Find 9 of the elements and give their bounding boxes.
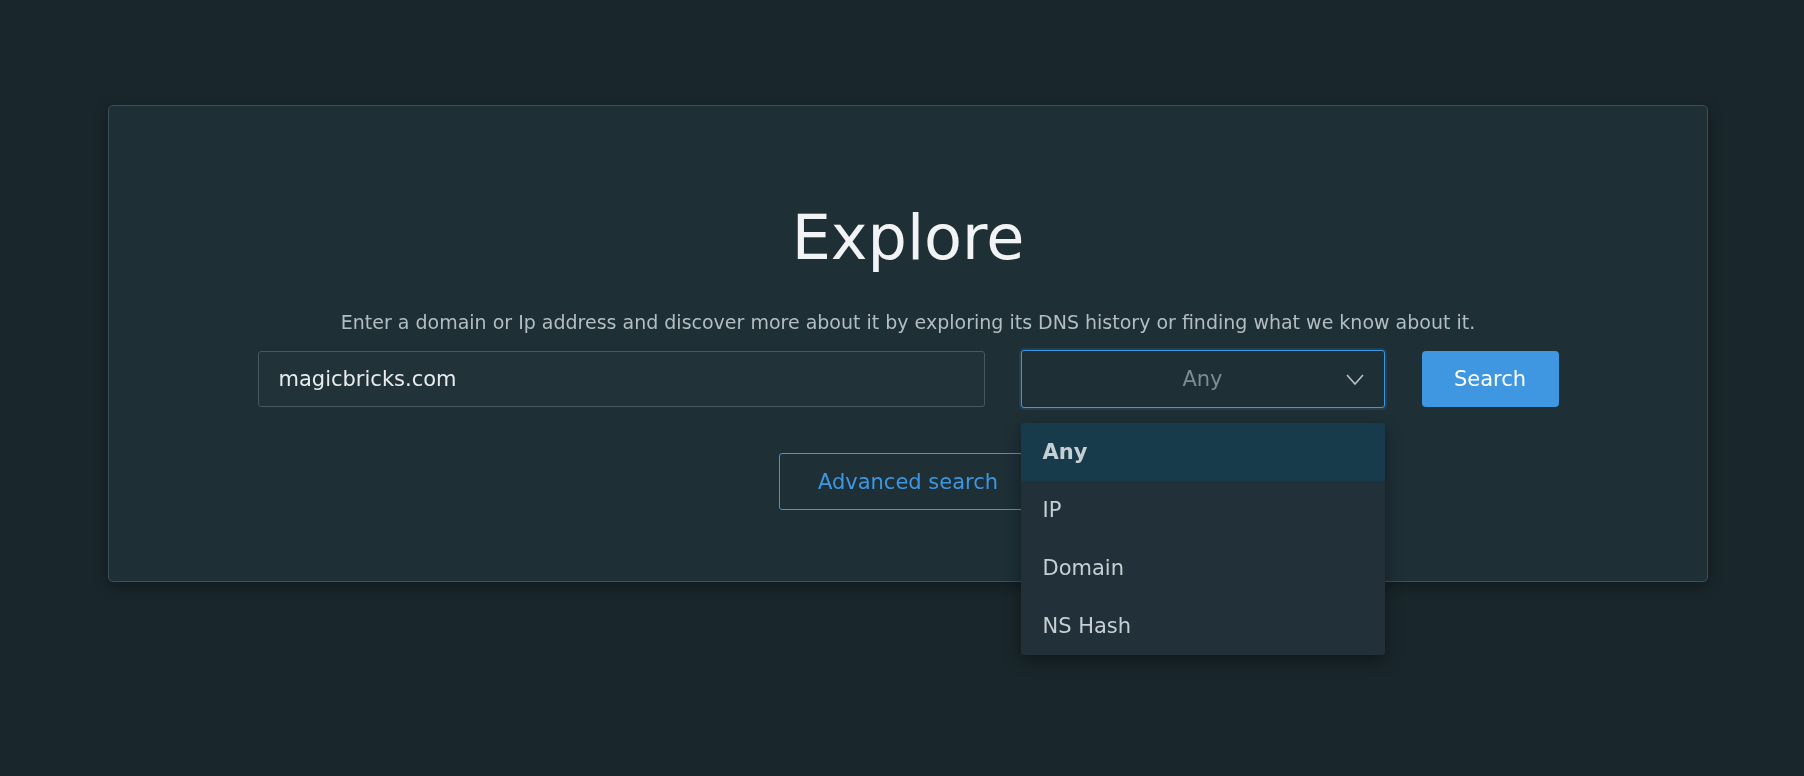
description-text: Enter a domain or Ip address and discover more about it by exploring its DNS history or finding what we know about it. — [340, 310, 1476, 335]
dropdown-option[interactable]: Domain — [1020, 539, 1385, 597]
selected-value: Any — [1182, 367, 1223, 391]
chevron-down-icon — [1345, 374, 1364, 385]
type-select[interactable]: Any — [1020, 350, 1385, 408]
dropdown-option[interactable]: NS Hash — [1020, 597, 1385, 655]
dropdown-option[interactable]: Any — [1020, 423, 1385, 481]
search-field[interactable]: magicbricks.com — [257, 351, 985, 407]
page-title: Explore — [791, 200, 1025, 276]
